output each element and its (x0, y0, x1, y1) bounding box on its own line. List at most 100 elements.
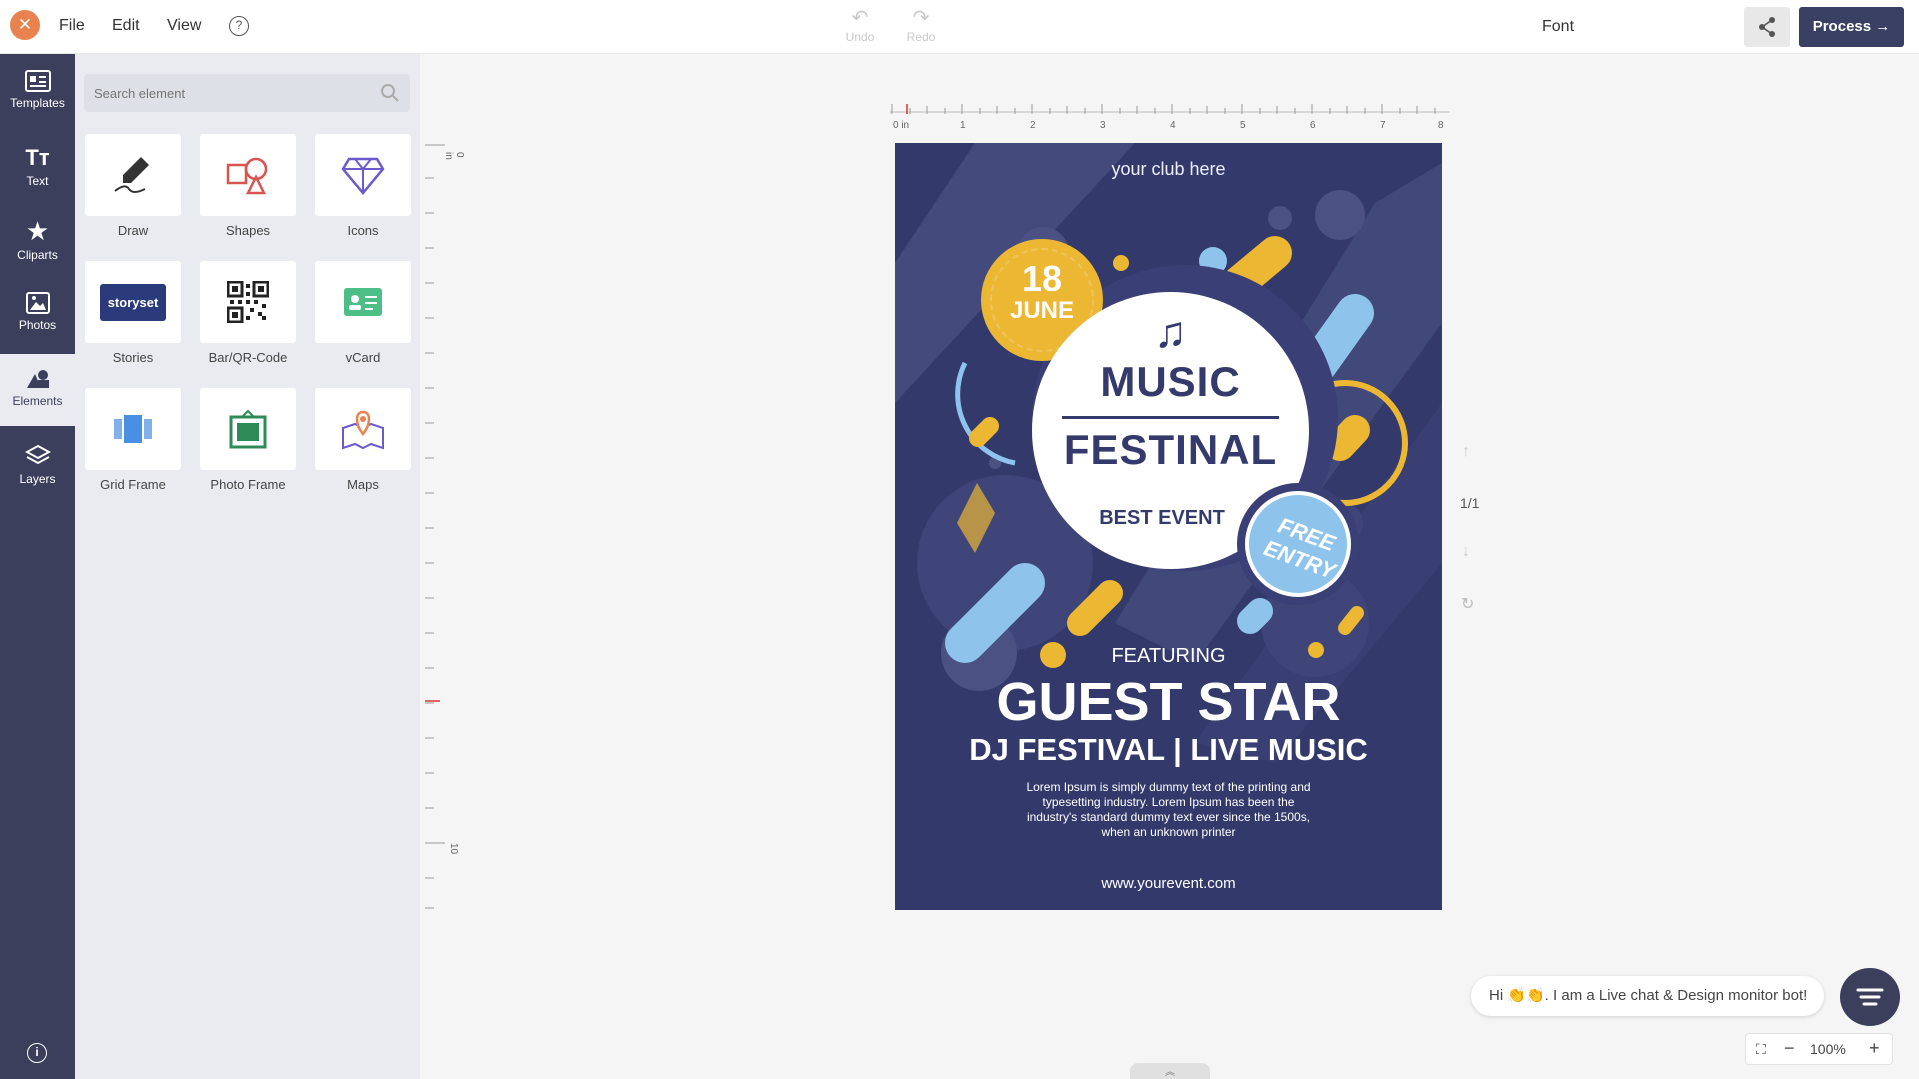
ruler-vertical: 0 in 10 (420, 143, 465, 913)
free-entry-badge-inner: FREE ENTRY (1245, 491, 1351, 597)
chat-button[interactable] (1840, 968, 1900, 1026)
tile-icons-box[interactable] (315, 134, 411, 216)
tile-vcard[interactable]: vCard (315, 261, 411, 365)
ruler-label: 2 (1030, 120, 1036, 131)
star-icon: ★ (25, 216, 50, 246)
pages-drawer-handle[interactable]: ︽ (1130, 1063, 1210, 1079)
tile-shapes-box[interactable] (200, 134, 296, 216)
refresh-page-button[interactable]: ↻ (1461, 594, 1474, 614)
redo-button[interactable]: ↷ Redo (901, 6, 941, 44)
search-icon[interactable] (380, 83, 400, 103)
arrow-up-icon: ↑ (1462, 443, 1470, 460)
tile-qr-code-box[interactable] (200, 261, 296, 343)
close-button[interactable]: ✕ (10, 10, 40, 40)
elements-icon (26, 370, 49, 388)
text-icon: Tт (25, 145, 50, 170)
grid-frame-icon (114, 415, 152, 443)
page-count: 1/1 (1460, 495, 1480, 511)
ruler-label: 10 (448, 842, 460, 855)
templates-icon (24, 70, 51, 92)
ruler-label: 6 (1310, 120, 1316, 131)
poster-website[interactable]: www.yourevent.com (895, 875, 1442, 892)
tile-grid-frame[interactable]: Grid Frame (85, 388, 181, 492)
redo-icon: ↷ (912, 7, 930, 29)
nav-text[interactable]: Tт Text (0, 146, 75, 204)
free-entry-text: FREE ENTRY (1260, 512, 1339, 584)
tile-icons[interactable]: Icons (315, 134, 411, 238)
tile-stories[interactable]: storyset Stories (85, 261, 181, 365)
tile-stories-box[interactable]: storyset (85, 261, 181, 343)
nav-elements[interactable]: Elements (0, 354, 75, 426)
map-icon (342, 410, 384, 450)
move-page-down-button[interactable]: ↓ (1462, 543, 1470, 561)
chat-icon (1856, 988, 1884, 1006)
menu-edit[interactable]: Edit (112, 17, 140, 35)
menu-view[interactable]: View (167, 17, 201, 35)
title-divider (1062, 416, 1279, 419)
share-button[interactable] (1744, 7, 1790, 47)
storyset-logo: storyset (99, 283, 167, 321)
search-box (84, 74, 410, 112)
qr-code-icon (227, 281, 269, 323)
fullscreen-icon[interactable]: ⛶ (1756, 1041, 1766, 1058)
poster-headline[interactable]: GUEST STAR (895, 671, 1442, 733)
tile-maps[interactable]: Maps (315, 388, 411, 492)
vcard-icon (344, 288, 382, 316)
zoom-level[interactable]: 100% (1810, 1041, 1846, 1057)
left-nav: Templates Tт Text ★ Cliparts Photos Elem… (0, 54, 75, 1079)
free-entry-badge[interactable]: FREE ENTRY (1237, 483, 1359, 605)
arrow-down-icon: ↓ (1462, 543, 1470, 560)
chevron-up-icon: ︽ (1165, 1067, 1175, 1078)
ruler-label: 3 (1100, 120, 1106, 131)
font-menu[interactable]: Font (1542, 18, 1574, 36)
menu-file[interactable]: File (59, 17, 85, 35)
tile-photo-frame-box[interactable] (200, 388, 296, 470)
arrow-right-icon: → (1875, 18, 1891, 35)
top-bar: ✕ File Edit View ? ↶ Undo ↷ Redo Font Pr… (0, 0, 1919, 54)
tile-vcard-box[interactable] (315, 261, 411, 343)
process-button[interactable]: Process → (1799, 7, 1904, 47)
zoom-out-button[interactable]: − (1784, 1038, 1795, 1059)
ruler-label: 0 in (443, 152, 465, 160)
photo-frame-icon (229, 409, 267, 449)
undo-button[interactable]: ↶ Undo (840, 6, 880, 44)
ruler-label: 1 (960, 120, 966, 131)
move-page-up-button[interactable]: ↑ (1462, 443, 1470, 461)
tile-photo-frame[interactable]: Photo Frame (200, 388, 296, 492)
photos-icon (25, 292, 50, 314)
elements-panel: Draw Shapes Icons storyset Stories (75, 54, 420, 1079)
nav-templates[interactable]: Templates (0, 70, 75, 128)
pen-icon (114, 157, 149, 193)
poster-club-text[interactable]: your club here (895, 159, 1442, 180)
poster-tagline[interactable]: DJ FESTIVAL | LIVE MUSIC (895, 732, 1442, 768)
zoom-controls: ⛶ − 100% + (1745, 1033, 1893, 1065)
nav-photos[interactable]: Photos (0, 292, 75, 350)
poster-body-text[interactable]: Lorem Ipsum is simply dummy text of the … (1025, 780, 1312, 840)
ruler-label: 7 (1380, 120, 1386, 131)
tile-grid-frame-box[interactable] (85, 388, 181, 470)
help-icon[interactable]: ? (229, 16, 249, 36)
diamond-icon (341, 157, 385, 195)
tile-shapes[interactable]: Shapes (200, 134, 296, 238)
shapes-icon (226, 157, 268, 195)
poster-canvas[interactable]: your club here 18 JUNE ♫ MUSIC FESTINAL … (895, 143, 1442, 910)
share-icon (1759, 17, 1775, 37)
ruler-label: 0 in (893, 120, 910, 131)
info-icon[interactable]: i (27, 1043, 47, 1063)
poster-title-line-2: FESTINAL (1063, 426, 1278, 473)
tile-draw[interactable]: Draw (85, 134, 181, 238)
chat-message[interactable]: Hi 👏👏. I am a Live chat & Design monitor… (1471, 976, 1824, 1016)
refresh-icon: ↻ (1461, 596, 1475, 613)
zoom-in-button[interactable]: + (1869, 1038, 1880, 1059)
search-input[interactable] (84, 74, 364, 112)
music-note-icon: ♫ (1154, 308, 1187, 357)
tile-maps-box[interactable] (315, 388, 411, 470)
nav-cliparts[interactable]: ★ Cliparts (0, 218, 75, 276)
nav-layers[interactable]: Layers (0, 444, 75, 502)
poster-featuring[interactable]: FEATURING (895, 645, 1442, 668)
ruler-label: 8 (1438, 120, 1444, 131)
ruler-label: 4 (1170, 120, 1176, 131)
tile-draw-box[interactable] (85, 134, 181, 216)
ruler-horizontal: 0 in 1 2 3 4 5 6 7 8 (890, 100, 1453, 131)
tile-qr-code[interactable]: Bar/QR-Code (200, 261, 296, 365)
